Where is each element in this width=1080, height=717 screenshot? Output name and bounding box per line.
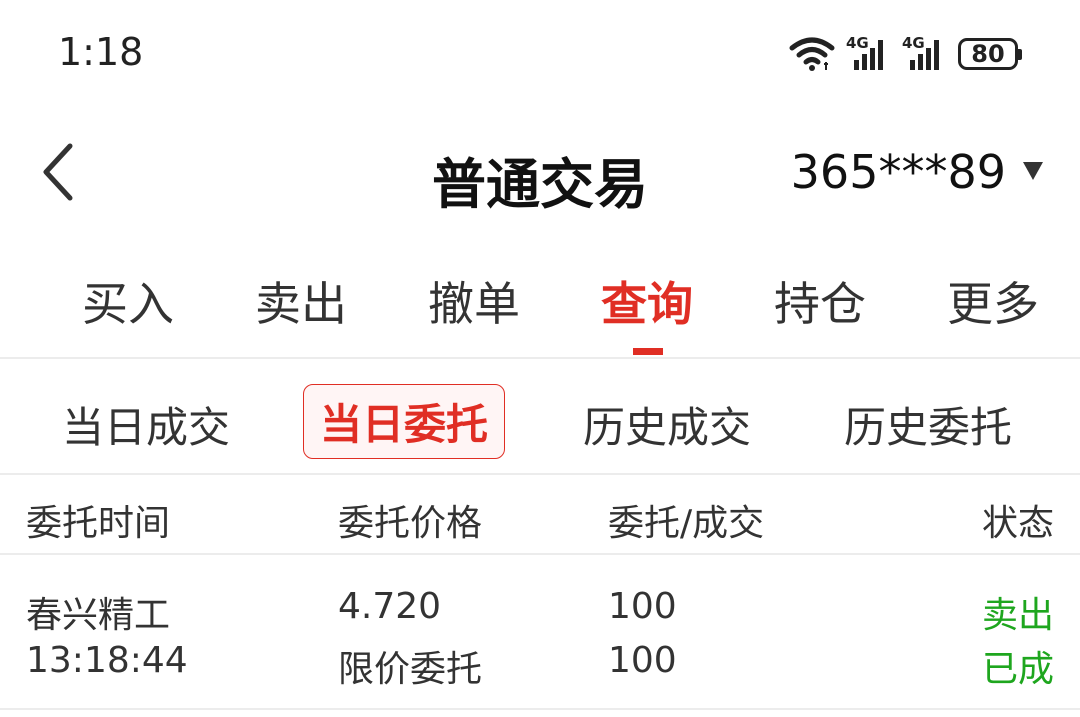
subtab-today-orders[interactable]: 当日委托	[303, 384, 506, 459]
order-quantity: 100	[608, 586, 677, 627]
divider	[0, 553, 1080, 555]
status-icons: 4G 4G 80	[788, 34, 1022, 74]
caret-down-icon[interactable]	[1023, 162, 1043, 180]
tab-cancel-order[interactable]: 撤单	[404, 268, 544, 334]
stock-name: 春兴精工	[26, 595, 171, 636]
tab-positions[interactable]: 持仓	[750, 268, 890, 334]
column-header-time: 委托时间	[26, 503, 171, 544]
tab-sell[interactable]: 卖出	[231, 268, 371, 334]
signal-2-icon: 4G	[902, 34, 948, 74]
divider	[0, 473, 1080, 475]
divider	[0, 708, 1080, 710]
column-header-quantity: 委托/成交	[608, 503, 765, 544]
main-tab-bar: 买入 卖出 撤单 查询 持仓 更多	[0, 268, 1080, 358]
subtab-today-deals[interactable]: 当日成交	[62, 394, 230, 455]
battery-level: 80	[971, 40, 1005, 68]
status-time: 1:18	[58, 30, 144, 74]
status-badge: 已成	[981, 649, 1054, 690]
signal-1-icon: 4G	[846, 34, 892, 74]
table-row[interactable]: 春兴精工 13:18:44 4.720 限价委托 100 100 卖出 已成	[0, 556, 1080, 706]
tab-query[interactable]: 查询	[577, 268, 717, 334]
divider	[0, 357, 1080, 359]
tab-more[interactable]: 更多	[923, 268, 1063, 334]
order-side: 卖出	[981, 595, 1054, 636]
active-tab-indicator	[633, 348, 663, 355]
order-price: 4.720	[338, 586, 442, 627]
subtab-history-orders[interactable]: 历史委托	[844, 394, 1012, 455]
account-selector[interactable]: 365***89	[791, 145, 1006, 199]
column-header-status: 状态	[981, 503, 1054, 544]
battery-icon: 80	[958, 38, 1022, 70]
deal-quantity: 100	[608, 640, 677, 681]
subtab-history-deals[interactable]: 历史成交	[583, 394, 751, 455]
wifi-icon	[789, 37, 835, 71]
order-type: 限价委托	[338, 649, 483, 690]
order-time: 13:18:44	[26, 640, 188, 681]
column-header-price: 委托价格	[338, 503, 483, 544]
tab-buy[interactable]: 买入	[58, 268, 198, 334]
